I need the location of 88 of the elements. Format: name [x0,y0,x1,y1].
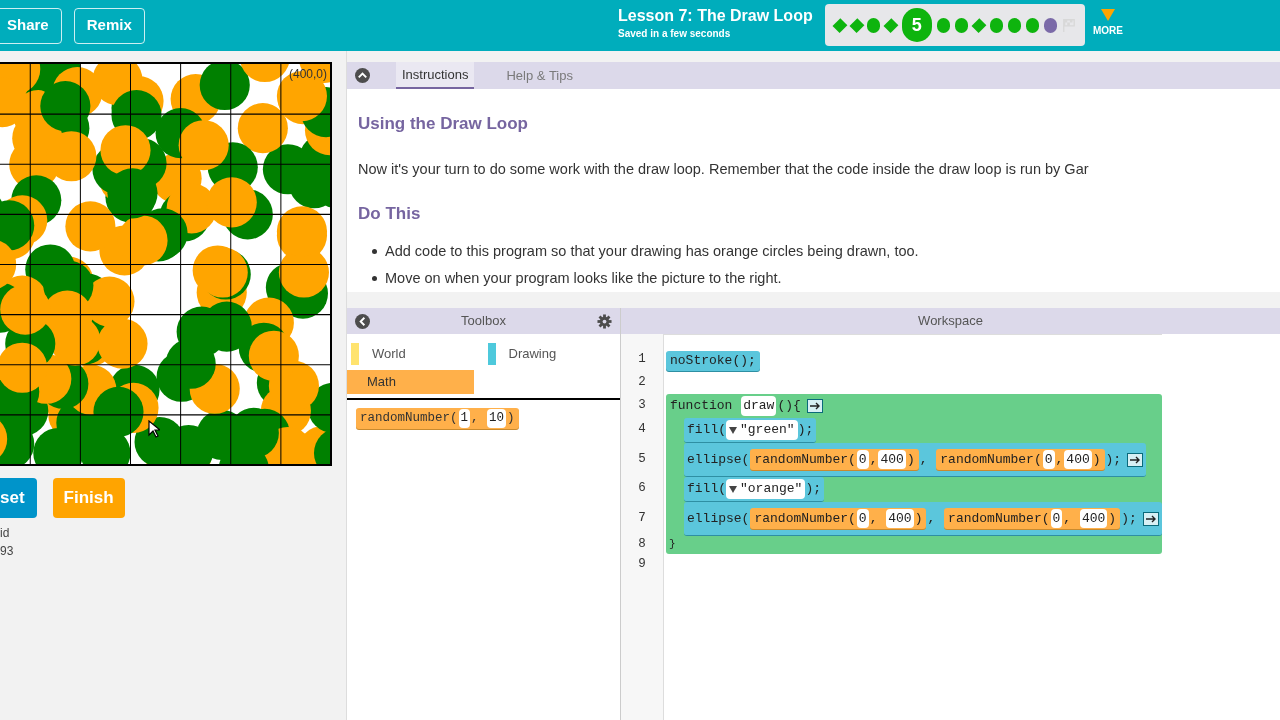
function-block[interactable]: function draw (){ fill( "green" ); ellipse( randomNumber( 0 , 400 ) , randomNumber( 0 , 400 ) ); fill( "orange" ); ellipse( randomNumber( 0 , 400 ) , randomNumber( 0 , 400 ) ); } [666,394,1162,554]
argument-field[interactable]: draw [741,396,777,416]
code-block[interactable]: fill( "orange" ); [684,477,825,502]
line-number: 3 [638,396,646,414]
code-block[interactable]: ellipse( randomNumber( 0 , 400 ) , randomNumber( 0 , 400 ) ); [684,443,1147,477]
code-text: } [669,537,676,553]
save-status: Saved in a few seconds [618,27,732,41]
code-text: ); [1105,450,1122,469]
collapse-icon [355,68,370,83]
code-text: ellipse( [687,509,750,528]
code-text: , [869,509,879,528]
expand-arrow-icon [806,399,823,413]
argument-field[interactable]: 400 [886,508,914,529]
code-text: , [1063,509,1073,528]
line-number: 2 [638,373,646,391]
code-text: ) [906,450,915,469]
code-text: fill( [687,421,726,440]
argument-field[interactable]: 0 [1050,508,1063,529]
code-text: ); [1121,509,1137,528]
code-text: ) [914,509,923,528]
argument-field[interactable]: 10 [487,409,507,428]
section-heading: Using the Draw Loop [358,113,529,135]
dropdown-field[interactable]: "orange" [726,479,806,499]
step-text: Add code to this program so that your drawing has orange circles being drawn, too. [385,241,919,261]
caret-icon [729,426,737,434]
code-text: randomNumber( [754,509,856,528]
argument-field[interactable]: 0 [856,508,869,529]
code-text: randomNumber( [940,450,1042,469]
random-number-block[interactable]: randomNumber( 0 , 400 ) [936,449,1105,470]
line-number: 9 [638,555,646,573]
bullet-icon [372,249,377,255]
code-text: , [919,450,929,469]
coordinate-label: (400,0) [288,66,327,83]
section-heading: Do This [358,203,422,226]
back-icon [355,313,370,329]
argument-field[interactable]: 400 [878,449,906,470]
code-text: ) [1092,450,1101,469]
instructions-tab[interactable]: Instructions [396,62,475,89]
line-number: 4 [638,421,646,439]
expand-arrow-icon [1127,452,1144,467]
code-text: , [927,509,937,528]
line-number: 7 [638,509,646,527]
code-block[interactable]: ellipse( randomNumber( 0 , 400 ) , randomNumber( 0 , 400 ) ); [684,502,1162,536]
line-number: 1 [638,351,646,369]
code-block[interactable]: fill( "green" ); [684,418,817,443]
code-text: randomNumber( [948,509,1050,528]
info-text: id [0,525,11,542]
code-text: ) [507,410,515,428]
code-text: ellipse( [687,450,750,469]
code-text: function [670,397,734,416]
random-number-block[interactable]: randomNumber( 0 , 400 ) [750,508,927,529]
argument-field[interactable]: 400 [1064,449,1092,470]
code-text: randomNumber( [360,410,458,428]
bullet-icon [372,275,377,281]
settings-icon [597,313,612,329]
code-text: ); [805,480,822,499]
random-number-block[interactable]: randomNumber( 0 , 400 ) [750,449,919,470]
category-item[interactable]: Math [347,370,474,394]
category-item[interactable]: World [372,344,406,364]
step-text: Move on when your program looks like the picture to the right. [385,268,782,288]
random-number-block[interactable]: randomNumber( 1 , 10 ) [356,408,519,429]
line-number: 6 [638,480,646,498]
code-text: randomNumber( [754,450,856,469]
caret-icon [729,485,737,493]
category-item[interactable]: Drawing [508,344,557,364]
code-text: ) [1108,509,1117,528]
code-text: , [1055,450,1064,469]
code-text: , [869,450,878,469]
code-text: fill( [687,480,726,499]
cursor-icon [148,420,160,438]
caret-icon [1101,9,1115,21]
argument-field[interactable]: 1 [458,409,471,428]
code-text: ); [797,421,814,440]
workspace-title: Workspace [918,312,983,331]
dropdown-field[interactable]: "green" [726,420,798,440]
line-number: 8 [638,535,646,553]
line-number: 5 [638,450,646,468]
argument-field[interactable]: 400 [1079,508,1108,529]
toolbox-title: Toolbox [461,312,506,331]
argument-field[interactable]: 0 [1042,449,1055,470]
code-text: (){ [777,397,801,416]
info-text: 93 [0,543,15,560]
random-number-block[interactable]: randomNumber( 0 , 400 ) [944,508,1121,529]
argument-field[interactable]: 0 [856,449,869,470]
lesson-title: Lesson 7: The Draw Loop [618,6,813,26]
instructions-text: Now it's your turn to do some work with the draw loop. Remember that the code inside the draw loop is run by Gar [358,159,1090,179]
code-text: , [471,410,480,428]
expand-arrow-icon [1142,511,1159,526]
